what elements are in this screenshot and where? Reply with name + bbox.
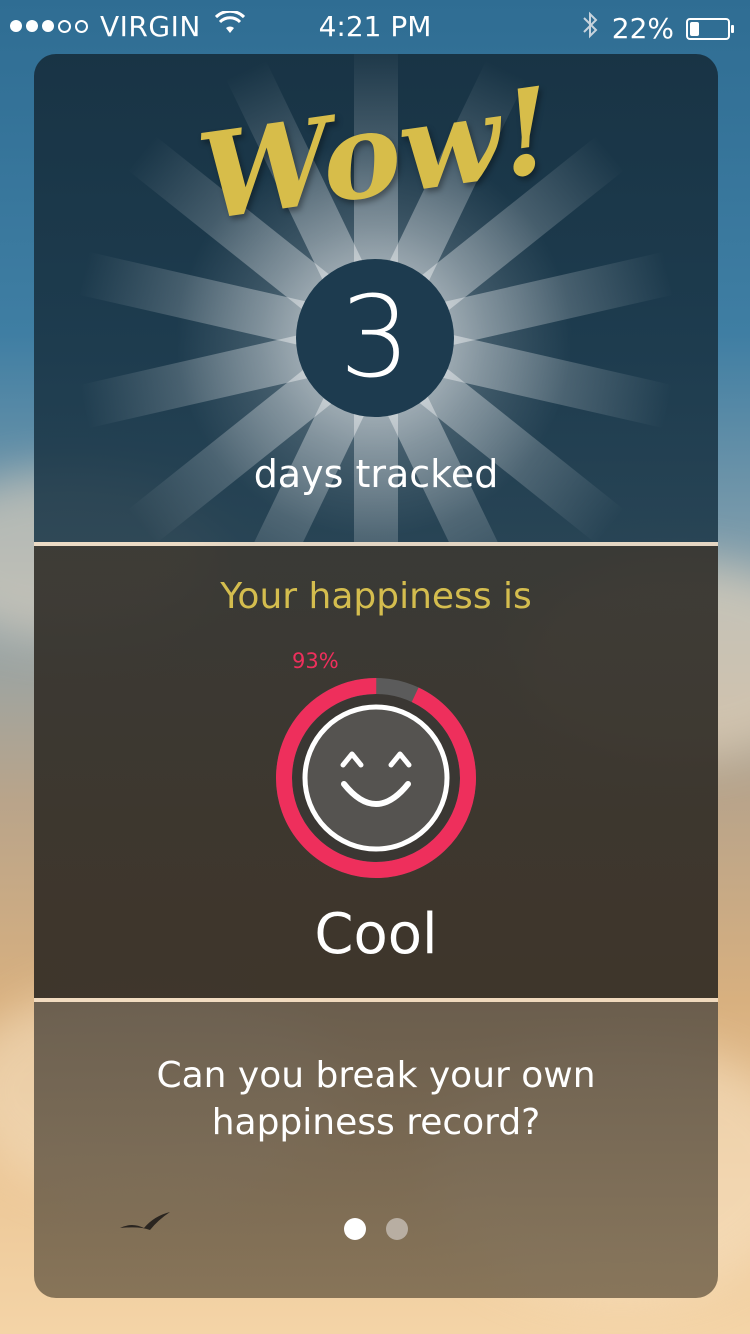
challenge-line-1: Can you break your own — [156, 1055, 596, 1096]
challenge-text: Can you break your own happiness record? — [94, 1052, 658, 1146]
status-bar: VIRGIN 4:21 PM 22% — [0, 0, 750, 52]
page-dot-2[interactable] — [386, 1218, 408, 1240]
page-dot-1[interactable] — [344, 1218, 366, 1240]
challenge-line-2: happiness record? — [211, 1102, 541, 1143]
smiley-face-icon — [302, 704, 450, 852]
streak-panel: Wow! 3 days tracked — [34, 54, 718, 542]
page-indicator — [34, 1218, 718, 1240]
battery-percent: 22% — [611, 12, 674, 45]
days-caption: days tracked — [253, 452, 499, 496]
happiness-percent: 93% — [292, 649, 339, 673]
happiness-ring — [276, 678, 476, 878]
mood-label: Cool — [314, 902, 438, 967]
happiness-title: Your happiness is — [220, 576, 532, 617]
happiness-panel: Your happiness is 93% Cool — [34, 546, 718, 998]
bluetooth-icon — [580, 10, 600, 47]
days-count: 3 — [296, 259, 454, 417]
summary-card: Wow! 3 days tracked Your happiness is 93… — [34, 54, 718, 1298]
challenge-panel: Can you break your own happiness record? — [34, 1002, 718, 1298]
battery-icon — [686, 17, 734, 40]
